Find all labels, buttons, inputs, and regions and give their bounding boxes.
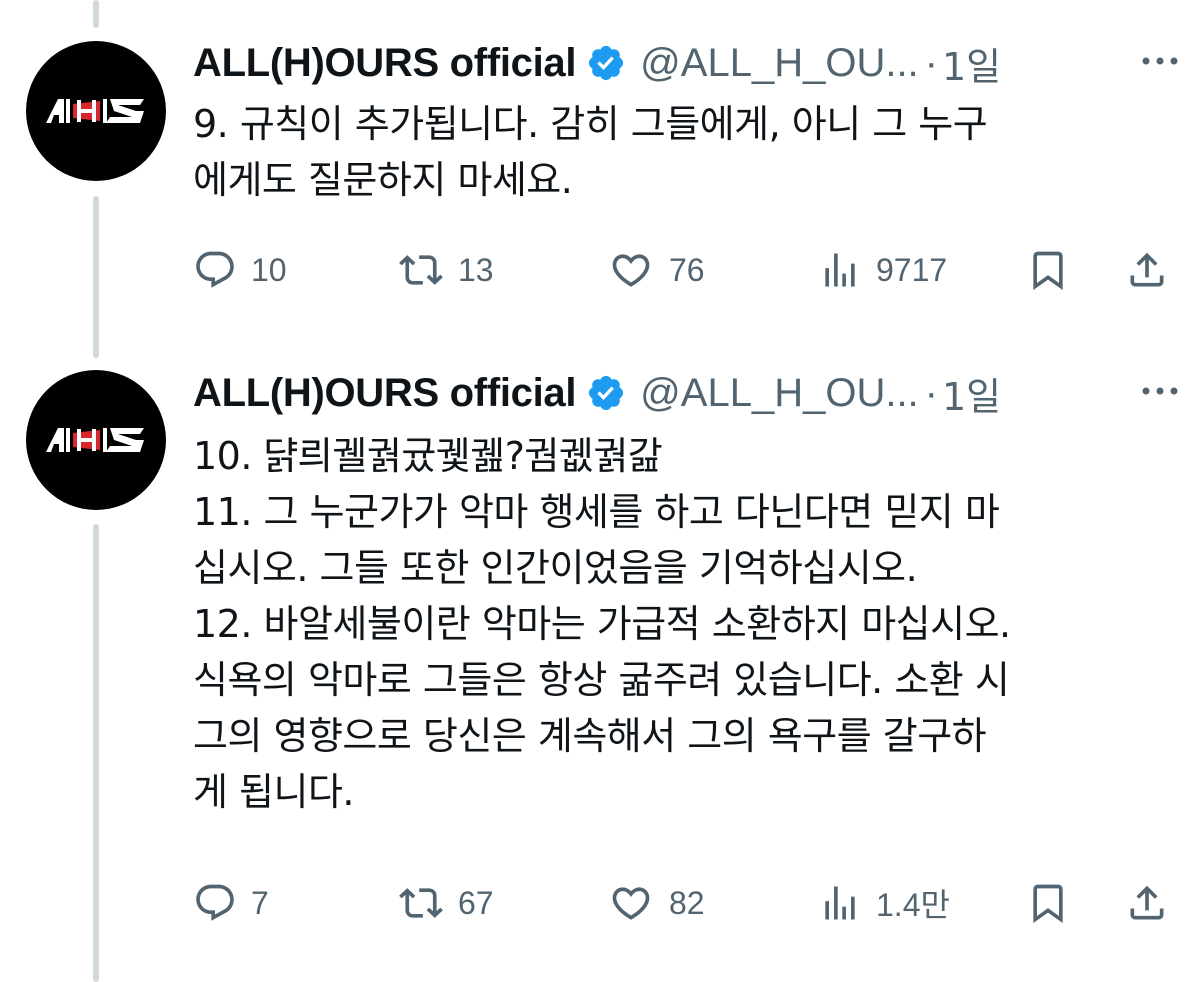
tweet-text-line: 12. 바알세불이란 악마는 가급적 소환하지 마십시오. [193,602,1011,646]
tweet-header: ALL(H)OURS official @ALL_H_OU... · 1일 [193,366,1182,421]
share-button[interactable] [1125,878,1169,928]
retweet-button[interactable]: 13 [398,245,494,295]
like-icon [612,887,650,920]
views-icon [825,886,855,920]
verified-badge-icon [586,43,626,83]
avatar[interactable] [26,41,166,181]
author-name[interactable]: ALL(H)OURS official [193,41,576,86]
reply-button[interactable]: 10 [193,245,287,295]
avatar[interactable] [26,370,166,510]
timestamp[interactable]: 1일 [942,36,1001,91]
reply-count: 10 [251,251,287,288]
tweet[interactable]: ALL(H)OURS official @ALL_H_OU... · 1일 9.… [0,0,1200,330]
like-count: 76 [669,251,705,288]
tweet-text-line: 11. 그 누군가가 악마 행세를 하고 다닌다면 믿지 마 [193,490,1000,534]
reply-icon [196,251,234,288]
share-icon [1130,885,1164,920]
tweet-actions: 10 13 76 9717 [193,245,1172,295]
views-button[interactable]: 1.4만 [818,878,950,928]
tweet-text-line: 식욕의 악마로 그들은 항상 굶주려 있습니다. 소환 시 [193,658,1010,702]
retweet-icon [399,888,443,918]
author-handle[interactable]: @ALL_H_OU... [640,41,919,86]
tweet[interactable]: ALL(H)OURS official @ALL_H_OU... · 1일 10… [0,330,1200,982]
views-icon [825,253,855,287]
tweet-header: ALL(H)OURS official @ALL_H_OU... · 1일 [193,36,1182,91]
more-icon[interactable] [1138,376,1182,406]
tweet-text-line: 에게도 질문하지 마세요. [193,158,573,202]
author-name[interactable]: ALL(H)OURS official [193,371,576,416]
tweet-actions: 7 67 82 1.4만 [193,878,1172,928]
retweet-count: 13 [458,251,494,288]
all-hours-logo [46,99,144,123]
author-handle[interactable]: @ALL_H_OU... [640,371,919,416]
like-button[interactable]: 82 [607,878,705,928]
separator-dot: · [924,370,938,415]
timestamp[interactable]: 1일 [942,366,1001,421]
reply-button[interactable]: 7 [193,878,269,928]
bookmark-button[interactable] [1026,245,1070,295]
views-button[interactable]: 9717 [818,245,947,295]
bookmark-button[interactable] [1026,878,1070,928]
all-hours-logo [46,428,144,452]
like-icon [612,254,650,287]
share-icon [1130,252,1164,287]
tweet-text-line: 10. 댥릐궬궑귰궻궲?궘궶궑갎 [193,434,663,478]
reply-count: 7 [251,884,269,921]
tweet-text-line: 9. 규칙이 추가됩니다. 감히 그들에게, 아니 그 누구 [193,102,988,146]
views-count: 9717 [876,251,948,288]
verified-badge-icon [586,373,626,413]
views-count: 1.4만 [876,887,950,923]
tweet-text-line: 그의 영향으로 당신은 계속해서 그의 욕구를 갈구하 [193,714,987,758]
more-icon[interactable] [1138,46,1182,76]
tweet-text-line: 십시오. 그들 또한 인간이었음을 기억하십시오. [193,546,918,590]
retweet-count: 67 [458,884,494,921]
retweet-icon [399,255,443,285]
reply-icon [196,884,234,921]
bookmark-icon [1033,251,1063,291]
tweet-text: 10. 댥릐궬궑귰궻궲?궘궶궑갎 11. 그 누군가가 악마 행세를 하고 다닌… [193,428,1183,820]
tweet-text-line: 게 됩니다. [193,770,355,814]
separator-dot: · [924,40,938,85]
like-count: 82 [669,884,705,921]
tweet-text: 9. 규칙이 추가됩니다. 감히 그들에게, 아니 그 누구 에게도 질문하지 … [193,96,1183,208]
share-button[interactable] [1125,245,1169,295]
like-button[interactable]: 76 [607,245,705,295]
bookmark-icon [1033,884,1063,924]
retweet-button[interactable]: 67 [398,878,494,928]
